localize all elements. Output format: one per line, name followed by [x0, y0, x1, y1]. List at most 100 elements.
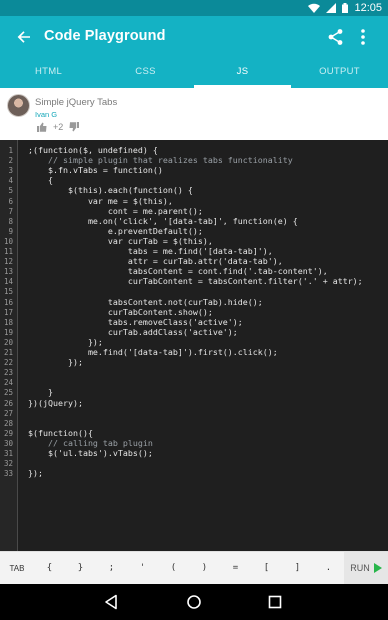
line-number: 6: [8, 196, 13, 206]
key-close-bracket[interactable]: ]: [282, 563, 313, 573]
line-number-gutter: 1 2 3 4 5 6 7 8 9 10 11 12 13 14 15 16 17 18 19 20 21 22 23 24 2…: [0, 140, 18, 551]
code-line: }: [28, 387, 53, 398]
line-number: 15: [3, 287, 13, 297]
key-open-brace[interactable]: {: [34, 563, 65, 573]
snippet-info: Simple jQuery Tabs Ivan G +2: [0, 88, 388, 140]
key-open-paren[interactable]: (: [158, 563, 189, 573]
nav-back-icon[interactable]: [104, 594, 118, 615]
line-number: 24: [3, 378, 13, 388]
line-number: 21: [3, 348, 13, 357]
code-line: // calling tab plugin: [28, 437, 153, 448]
line-number: 25: [3, 388, 13, 398]
code-line: // simple plugin that realizes tabs func…: [28, 155, 293, 166]
code-line: })(jQuery);: [28, 397, 83, 408]
key-tab[interactable]: TAB: [0, 564, 34, 573]
run-label: RUN: [350, 563, 370, 573]
line-number: 28: [3, 418, 13, 428]
line-number: 9: [8, 226, 13, 236]
key-close-brace[interactable]: }: [65, 563, 96, 573]
status-bar: 12:05: [0, 0, 388, 16]
symbol-keybar: TAB { } ; ' ( ) = [ ] . RUN: [0, 551, 388, 584]
tab-output[interactable]: OUTPUT: [291, 58, 388, 88]
nav-recents-icon[interactable]: [268, 595, 282, 614]
snippet-title: Simple jQuery Tabs: [35, 97, 118, 108]
line-number: 30: [3, 438, 13, 448]
line-number: 10: [3, 236, 13, 246]
line-number: 3: [8, 166, 13, 176]
nav-home-icon[interactable]: [186, 594, 202, 615]
code-line: tabsContent.not(curTab).hide();: [28, 296, 263, 307]
wifi-icon: [308, 3, 321, 13]
thumb-up-icon[interactable]: [37, 122, 47, 132]
line-number: 8: [8, 216, 13, 226]
line-number: 31: [3, 449, 13, 458]
code-line: var me = $(this),: [28, 195, 173, 206]
code-line: });: [28, 336, 103, 347]
code-line: curTabContent.show();: [28, 306, 213, 317]
line-number: 22: [3, 358, 13, 368]
key-quote[interactable]: ': [127, 563, 158, 573]
system-nav-bar: [0, 584, 388, 620]
code-line: curTab.addClass('active');: [28, 326, 238, 337]
line-number: 11: [3, 247, 13, 256]
avatar[interactable]: [7, 94, 30, 117]
page-title: Code Playground: [44, 28, 166, 44]
status-time: 12:05: [354, 2, 382, 14]
line-number: 17: [3, 307, 13, 317]
line-number: 20: [3, 337, 13, 347]
code-line: attr = curTab.attr('data-tab'),: [28, 256, 283, 267]
thumb-down-icon[interactable]: [69, 122, 80, 132]
tab-css[interactable]: CSS: [97, 58, 194, 88]
line-number: 13: [3, 267, 13, 277]
more-vert-icon: [356, 29, 370, 51]
code-line: $(this).each(function() {: [28, 185, 193, 196]
code-line: me.on('click', '[data-tab]', function(e)…: [28, 215, 298, 226]
line-number: 7: [8, 206, 13, 216]
back-button[interactable]: [14, 27, 34, 47]
line-number: 12: [3, 257, 13, 267]
code-line: var curTab = $(this),: [28, 235, 213, 246]
code-line: tabsContent = cont.find('.tab-content'),: [28, 266, 328, 277]
code-line: cont = me.parent();: [28, 205, 203, 216]
line-number: 2: [8, 156, 13, 166]
code-line: e.preventDefault();: [28, 225, 203, 236]
code-line: {: [28, 175, 53, 186]
code-editor[interactable]: 1 2 3 4 5 6 7 8 9 10 11 12 13 14 15 16 17 18 19 20 21 22 23 24 2…: [0, 140, 388, 551]
key-equals[interactable]: =: [220, 563, 251, 573]
line-number: 5: [8, 186, 13, 196]
code-line: });: [28, 357, 83, 368]
app-bar: Code Playground: [0, 16, 388, 58]
status-icons: 12:05: [308, 0, 382, 16]
key-semicolon[interactable]: ;: [96, 563, 127, 573]
code-line: me.find('[data-tab]').first().click();: [28, 347, 278, 357]
share-button[interactable]: [326, 27, 346, 47]
code-line: });: [28, 468, 43, 479]
key-period[interactable]: .: [313, 563, 344, 573]
code-line: tabs = me.find('[data-tab]'),: [28, 246, 273, 256]
vote-count: +2: [53, 122, 64, 132]
share-icon: [326, 29, 346, 51]
editor-tabs: HTML CSS JS OUTPUT: [0, 58, 388, 88]
key-open-bracket[interactable]: [: [251, 563, 282, 573]
code-line: ;(function($, undefined) {: [28, 145, 158, 155]
tab-html[interactable]: HTML: [0, 58, 97, 88]
arrow-left-icon: [14, 31, 34, 51]
line-number: 4: [8, 176, 13, 186]
author-link[interactable]: Ivan G: [35, 110, 57, 119]
code-line: $('ul.tabs').vTabs();: [28, 448, 153, 458]
line-number: 18: [3, 317, 13, 327]
tab-js[interactable]: JS: [194, 58, 291, 88]
signal-icon: [326, 3, 337, 13]
key-close-paren[interactable]: ): [189, 563, 220, 573]
line-number: 1: [8, 146, 13, 155]
line-number: 23: [3, 368, 13, 378]
vote-bar: +2: [37, 122, 80, 132]
play-icon: [373, 563, 382, 573]
line-number: 32: [3, 459, 13, 469]
code-line: tabs.removeClass('active');: [28, 316, 243, 327]
run-button[interactable]: RUN: [344, 552, 388, 584]
line-number: 19: [3, 327, 13, 337]
line-number: 27: [3, 408, 13, 418]
more-options-button[interactable]: [356, 27, 370, 47]
code-line: $.fn.vTabs = function(): [28, 165, 163, 176]
